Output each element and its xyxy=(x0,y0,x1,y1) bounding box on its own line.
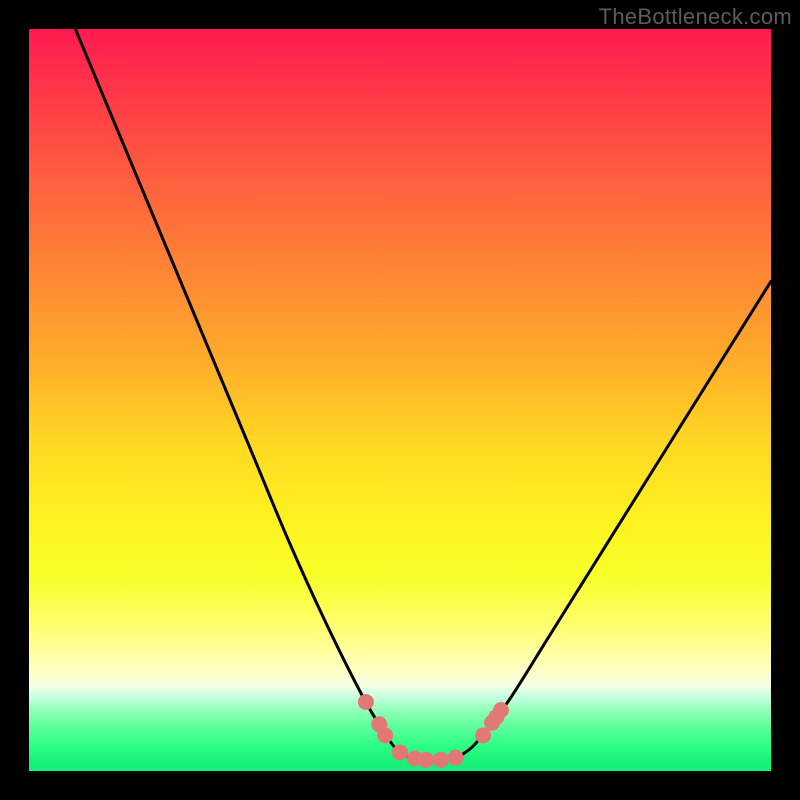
data-marker xyxy=(418,752,434,768)
chart-frame: TheBottleneck.com xyxy=(0,0,800,800)
data-marker xyxy=(377,727,393,743)
watermark-text: TheBottleneck.com xyxy=(599,4,792,30)
curve-path xyxy=(29,29,771,760)
data-marker xyxy=(493,702,509,718)
data-marker xyxy=(433,752,449,768)
bottleneck-curve xyxy=(29,29,771,771)
data-marker xyxy=(448,750,464,766)
data-marker xyxy=(358,694,374,710)
data-marker xyxy=(392,744,408,760)
plot-area xyxy=(29,29,771,771)
